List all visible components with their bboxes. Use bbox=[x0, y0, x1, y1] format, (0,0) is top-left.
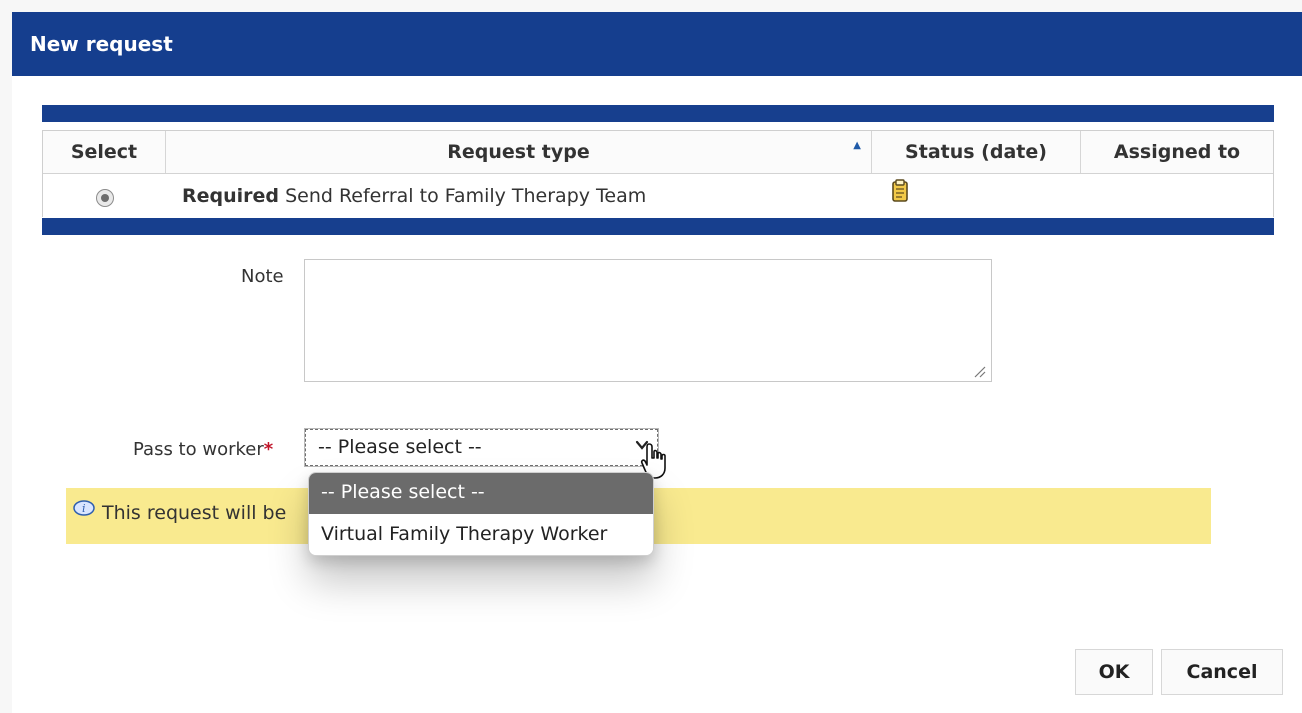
column-request-type-label: Request type bbox=[447, 141, 590, 163]
dialog-title: New request bbox=[30, 32, 173, 56]
svg-text:i: i bbox=[82, 502, 86, 515]
select-radio[interactable] bbox=[96, 189, 114, 207]
table-top-band bbox=[42, 105, 1274, 122]
table-bottom-band bbox=[42, 218, 1274, 235]
table-row[interactable]: Required Send Referral to Family Therapy… bbox=[43, 174, 1273, 218]
required-star: * bbox=[263, 439, 274, 460]
column-status-date: Status (date) bbox=[872, 131, 1081, 173]
request-type-cell: Required Send Referral to Family Therapy… bbox=[182, 185, 646, 207]
cancel-button[interactable]: Cancel bbox=[1161, 649, 1283, 695]
pass-to-worker-text: Pass to worker bbox=[133, 439, 264, 460]
ok-button[interactable]: OK bbox=[1075, 649, 1153, 695]
dialog-title-bar: New request bbox=[12, 12, 1302, 76]
resize-handle-icon[interactable] bbox=[972, 364, 986, 378]
pass-to-worker-label: Pass to worker* bbox=[133, 439, 273, 460]
request-table: Select Request type ▲ Status (date) Assi… bbox=[42, 130, 1274, 218]
pass-to-worker-select[interactable]: -- Please select -- bbox=[304, 428, 659, 467]
pass-to-worker-dropdown: -- Please select -- Virtual Family Thera… bbox=[308, 472, 654, 556]
sort-ascending-icon[interactable]: ▲ bbox=[853, 140, 861, 151]
column-assigned-to: Assigned to bbox=[1113, 141, 1241, 163]
column-request-type[interactable]: Request type ▲ bbox=[166, 131, 872, 173]
required-label: Required bbox=[182, 185, 280, 207]
clipboard-icon bbox=[892, 179, 908, 202]
info-text: This request will be bbox=[102, 502, 287, 524]
select-value: -- Please select -- bbox=[318, 436, 482, 458]
dropdown-option-virtual-family-therapy-worker[interactable]: Virtual Family Therapy Worker bbox=[309, 515, 653, 555]
info-icon: i bbox=[73, 500, 95, 516]
column-select: Select bbox=[43, 131, 166, 173]
note-label: Note bbox=[241, 266, 284, 287]
dropdown-option-please-select[interactable]: -- Please select -- bbox=[309, 473, 653, 514]
note-textarea[interactable] bbox=[304, 259, 992, 382]
table-header: Select Request type ▲ Status (date) Assi… bbox=[43, 131, 1273, 174]
request-type-label: Send Referral to Family Therapy Team bbox=[285, 185, 647, 207]
